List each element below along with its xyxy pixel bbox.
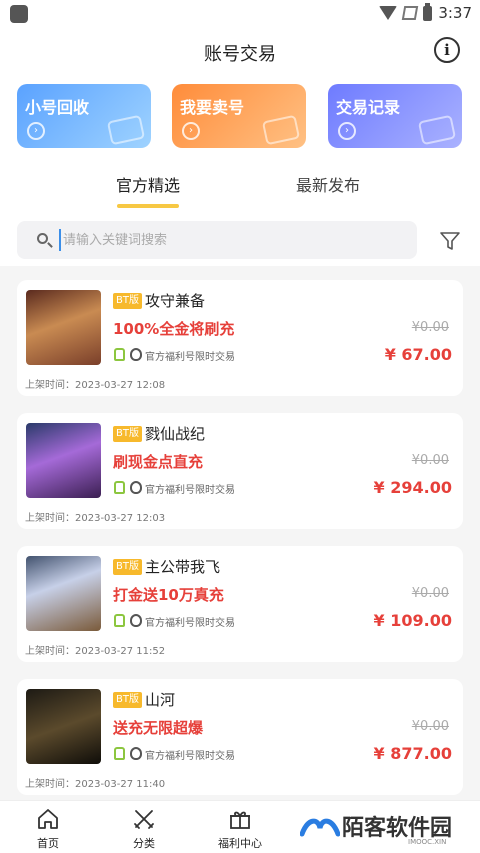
list-item[interactable]: BT版 戮仙战纪 刷现金点直充 官方福利号限时交易 ¥0.00 ¥ 294.00… [17, 413, 463, 529]
search-bar [17, 221, 417, 259]
listing-time: 上架时间：2023-03-27 12:08 [25, 380, 166, 391]
home-icon [38, 809, 58, 829]
trade-records-card[interactable]: 交易记录 › [328, 84, 462, 148]
arrow-right-icon: › [182, 122, 200, 140]
recycle-account-card[interactable]: 小号回收 › [17, 84, 151, 148]
game-name: 攻守兼备 [145, 292, 206, 310]
card-label: 交易记录 [336, 98, 401, 117]
wifi-icon [379, 6, 398, 20]
item-tag: 官方福利号限时交易 [145, 618, 235, 629]
nav-welfare-center[interactable]: 福利中心 [210, 807, 270, 851]
tab-label: 最新发布 [296, 176, 361, 195]
original-price: ¥0.00 [411, 586, 449, 601]
tab-latest[interactable]: 最新发布 [296, 172, 360, 196]
android-icon [114, 481, 125, 494]
sell-account-card[interactable]: 我要卖号 › [172, 84, 306, 148]
nav-category[interactable]: 分类 [114, 807, 174, 851]
page-title: 账号交易 [204, 44, 276, 65]
list-item[interactable]: BT版 主公带我飞 打金送10万真充 官方福利号限时交易 ¥0.00 ¥ 109… [17, 546, 463, 662]
info-icon[interactable]: i [434, 37, 460, 63]
price: ¥ 877.00 [373, 744, 452, 763]
apple-icon [130, 747, 142, 760]
nav-label: 福利中心 [218, 837, 262, 850]
watermark-logo [300, 818, 340, 837]
game-name: 戮仙战纪 [145, 425, 206, 443]
original-price: ¥0.00 [411, 453, 449, 468]
bt-badge: BT版 [113, 692, 142, 708]
android-icon [114, 614, 125, 627]
game-thumbnail [26, 556, 101, 631]
price: ¥ 294.00 [373, 478, 452, 497]
tab-bar: 官方精选 最新发布 [0, 172, 480, 212]
watermark-subtext: IMOOC.XIN [408, 838, 447, 846]
listing-time: 上架时间：2023-03-27 11:52 [25, 646, 166, 657]
game-thumbnail [26, 423, 101, 498]
apple-icon [130, 481, 142, 494]
app-notification-icon [10, 5, 28, 23]
list-item[interactable]: BT版 山河 送充无限超爆 官方福利号限时交易 ¥0.00 ¥ 877.00 上… [17, 679, 463, 795]
bt-badge: BT版 [113, 559, 142, 575]
watermark: 陌客软件园 IMOOC.XIN [300, 808, 475, 848]
game-thumbnail [26, 689, 101, 764]
search-input[interactable] [59, 229, 399, 251]
price: ¥ 109.00 [373, 611, 452, 630]
top-section: 小号回收 › 我要卖号 › 交易记录 › 官方精选 最新发布 [0, 74, 480, 266]
item-tag: 官方福利号限时交易 [145, 352, 235, 363]
tab-label: 官方精选 [116, 176, 181, 195]
game-name: 山河 [145, 691, 176, 709]
signal-icon [402, 6, 419, 20]
promo-text: 刷现金点直充 [113, 453, 204, 471]
card-label: 小号回收 [25, 98, 90, 117]
game-name: 主公带我飞 [145, 558, 221, 576]
status-time: 3:37 [438, 4, 472, 22]
app-header: 账号交易 i [0, 28, 480, 74]
status-indicators: 3:37 [379, 2, 472, 22]
crossed-swords-icon [134, 810, 154, 829]
apple-icon [130, 348, 142, 361]
android-icon [114, 348, 125, 361]
wallet-icon [106, 114, 146, 146]
search-icon [37, 233, 48, 244]
arrow-right-icon: › [27, 122, 45, 140]
list-item[interactable]: BT版 攻守兼备 100%全金将刷充 官方福利号限时交易 ¥0.00 ¥ 67.… [17, 280, 463, 396]
status-bar: 3:37 [0, 0, 480, 28]
apple-icon [130, 614, 142, 627]
item-tag: 官方福利号限时交易 [145, 485, 235, 496]
tab-official-picks[interactable]: 官方精选 [116, 172, 180, 208]
original-price: ¥0.00 [411, 719, 449, 734]
nav-label: 首页 [37, 837, 59, 850]
item-tag: 官方福利号限时交易 [145, 751, 235, 762]
game-thumbnail [26, 290, 101, 365]
filter-icon[interactable] [439, 230, 461, 252]
bt-badge: BT版 [113, 293, 142, 309]
battery-icon [423, 2, 433, 21]
promo-text: 打金送10万真充 [113, 586, 224, 604]
active-tab-indicator [117, 204, 179, 208]
bt-badge: BT版 [113, 426, 142, 442]
listing-time: 上架时间：2023-03-27 12:03 [25, 513, 166, 524]
price: ¥ 67.00 [384, 345, 452, 364]
promo-text: 100%全金将刷充 [113, 320, 235, 338]
promo-text: 送充无限超爆 [113, 719, 204, 737]
nav-home[interactable]: 首页 [18, 807, 78, 851]
original-price: ¥0.00 [411, 320, 449, 335]
android-icon [114, 747, 125, 760]
listing-time: 上架时间：2023-03-27 11:40 [25, 779, 166, 790]
nav-label: 分类 [133, 837, 155, 850]
card-label: 我要卖号 [180, 98, 245, 117]
money-icon [261, 114, 301, 146]
card-icon [417, 114, 457, 146]
arrow-right-icon: › [338, 122, 356, 140]
gift-icon [230, 811, 250, 829]
